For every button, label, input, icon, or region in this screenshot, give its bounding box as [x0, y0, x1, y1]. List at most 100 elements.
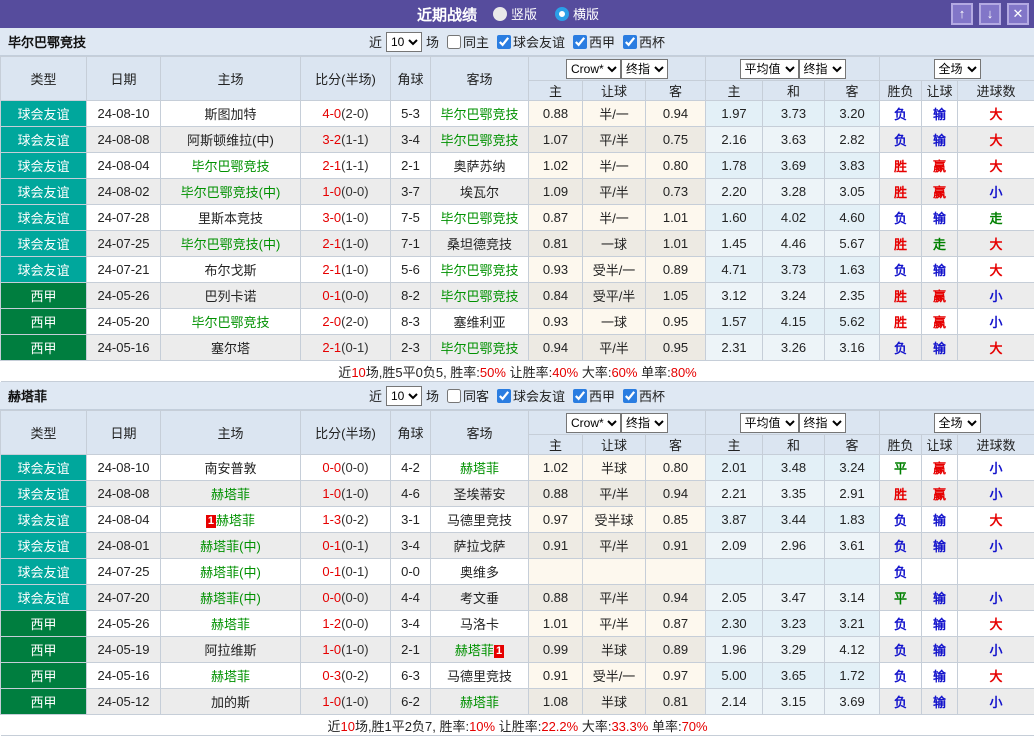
cell-corners: 4-2 [391, 455, 431, 481]
close-button[interactable]: ✕ [1007, 3, 1029, 25]
cell-home-team: 斯图加特 [161, 101, 301, 127]
average-group-header: 平均值终指 [706, 411, 880, 435]
match-row: 球会友谊24-07-20赫塔菲(中)0-0(0-0)4-4考文垂0.88平/半0… [1, 585, 1034, 611]
away-team-name: 奥萨苏纳 [453, 159, 505, 174]
cell-avg-draw: 3.29 [763, 637, 825, 663]
average-time-select[interactable]: 终指 [799, 413, 846, 433]
cell-result-wdl: 胜 [880, 179, 922, 205]
cell-away-team: 马德里竞技 [431, 663, 529, 689]
odds-time-select[interactable]: 终指 [621, 59, 668, 79]
full-time-score: 1-2 [322, 616, 341, 631]
cell-odds-home: 0.94 [529, 335, 583, 361]
sub-column-header: 客 [646, 435, 706, 455]
cell-score: 0-1(0-1) [301, 533, 391, 559]
cell-avg-home: 2.31 [706, 335, 763, 361]
full-time-score: 0-3 [322, 668, 341, 683]
away-team-name: 考文垂 [460, 591, 499, 606]
move-up-button[interactable]: ↑ [951, 3, 973, 25]
scope-select[interactable]: 全场 [934, 59, 981, 79]
cell-avg-away: 3.20 [825, 101, 880, 127]
odds-time-select[interactable]: 终指 [621, 413, 668, 433]
cell-odds-home: 1.02 [529, 153, 583, 179]
cell-odds-home: 0.88 [529, 101, 583, 127]
same-venue-checkbox[interactable] [447, 35, 461, 49]
home-team-name: 毕尔巴鄂竞技 [191, 315, 269, 330]
cell-avg-draw: 3.73 [763, 101, 825, 127]
cell-avg-away: 1.63 [825, 257, 880, 283]
summary-text: 近10场,胜5平0负5, 胜率:50% 让胜率:40% 大率:60% 单率:80… [1, 361, 1034, 382]
cell-result-goals: 大 [958, 257, 1034, 283]
average-group-header: 平均值终指 [706, 57, 880, 81]
average-select[interactable]: 平均值 [740, 59, 799, 79]
bookmaker-select[interactable]: Crow* [566, 413, 621, 433]
cell-avg-away: 3.83 [825, 153, 880, 179]
league-checkbox-2[interactable] [623, 35, 637, 49]
cell-home-team: 赫塔菲 [161, 663, 301, 689]
cell-result-handicap: 输 [922, 663, 958, 689]
cell-result-handicap: 输 [922, 257, 958, 283]
cell-odds-handicap: 受半球 [583, 507, 646, 533]
cell-away-team: 萨拉戈萨 [431, 533, 529, 559]
layout-radio-horizontal[interactable]: 横版 [555, 4, 599, 23]
cell-odds-handicap: 半/一 [583, 101, 646, 127]
cell-match-type: 西甲 [1, 611, 87, 637]
scope-select[interactable]: 全场 [934, 413, 981, 433]
league-checkbox-2[interactable] [623, 389, 637, 403]
cell-home-team: 赫塔菲(中) [161, 585, 301, 611]
cell-result-wdl: 负 [880, 257, 922, 283]
cell-odds-home: 1.07 [529, 127, 583, 153]
average-time-select[interactable]: 终指 [799, 59, 846, 79]
radio-icon [493, 7, 507, 21]
cell-result-handicap: 输 [922, 127, 958, 153]
summary-value: 50% [480, 365, 506, 380]
cell-odds-away: 0.80 [646, 153, 706, 179]
match-row: 球会友谊24-07-25毕尔巴鄂竞技(中)2-1(1-0)7-1桑坦德竞技0.8… [1, 231, 1034, 257]
cell-odds-handicap: 半球 [583, 637, 646, 663]
home-team-name: 阿斯顿维拉(中) [187, 133, 274, 148]
games-label: 场 [426, 32, 439, 51]
match-row: 球会友谊24-08-02毕尔巴鄂竞技(中)1-0(0-0)3-7埃瓦尔1.09平… [1, 179, 1034, 205]
cell-odds-handicap: 平/半 [583, 611, 646, 637]
match-row: 球会友谊24-08-041赫塔菲1-3(0-2)3-1马德里竞技0.97受半球0… [1, 507, 1034, 533]
cell-result-wdl: 负 [880, 637, 922, 663]
bookmaker-select[interactable]: Crow* [566, 59, 621, 79]
recent-games-select[interactable]: 10 [386, 386, 422, 406]
cell-date: 24-07-25 [87, 559, 161, 585]
cell-away-team: 奥萨苏纳 [431, 153, 529, 179]
league-checkbox-1[interactable] [573, 389, 587, 403]
cell-avg-home: 1.60 [706, 205, 763, 231]
away-team-name: 萨拉戈萨 [453, 539, 505, 554]
league-checkbox-0[interactable] [497, 389, 511, 403]
cell-date: 24-05-26 [87, 283, 161, 309]
cell-score: 1-2(0-0) [301, 611, 391, 637]
same-venue-checkbox[interactable] [447, 389, 461, 403]
cell-odds-handicap: 平/半 [583, 533, 646, 559]
match-row: 西甲24-05-16赫塔菲0-3(0-2)6-3马德里竞技0.91受半/一0.9… [1, 663, 1034, 689]
recent-games-select[interactable]: 10 [386, 32, 422, 52]
cell-avg-away: 4.60 [825, 205, 880, 231]
layout-radio-vertical[interactable]: 竖版 [493, 4, 537, 23]
cell-result-goals: 走 [958, 205, 1034, 231]
cell-home-team: 阿斯顿维拉(中) [161, 127, 301, 153]
cell-result-handicap: 赢 [922, 481, 958, 507]
cell-score: 2-1(0-1) [301, 335, 391, 361]
cell-corners: 8-3 [391, 309, 431, 335]
cell-score: 0-1(0-0) [301, 283, 391, 309]
average-select[interactable]: 平均值 [740, 413, 799, 433]
cell-avg-away [825, 559, 880, 585]
cell-result-goals: 大 [958, 101, 1034, 127]
cell-odds-away [646, 559, 706, 585]
cell-date: 24-08-04 [87, 507, 161, 533]
filter-controls: 近10场同客球会友谊西甲西杯 [369, 386, 665, 406]
sub-column-header: 主 [529, 435, 583, 455]
section-filter-row: 赫塔菲近10场同客球会友谊西甲西杯 [0, 382, 1034, 410]
up-arrow-icon: ↑ [959, 6, 966, 21]
cell-date: 24-08-10 [87, 455, 161, 481]
cell-away-team: 赫塔菲 [431, 455, 529, 481]
move-down-button[interactable]: ↓ [979, 3, 1001, 25]
match-row: 球会友谊24-07-28里斯本竞技3-0(1-0)7-5毕尔巴鄂竞技0.87半/… [1, 205, 1034, 231]
full-time-score: 1-0 [322, 694, 341, 709]
league-checkbox-1[interactable] [573, 35, 587, 49]
league-checkbox-0[interactable] [497, 35, 511, 49]
sub-column-header: 胜负 [880, 435, 922, 455]
